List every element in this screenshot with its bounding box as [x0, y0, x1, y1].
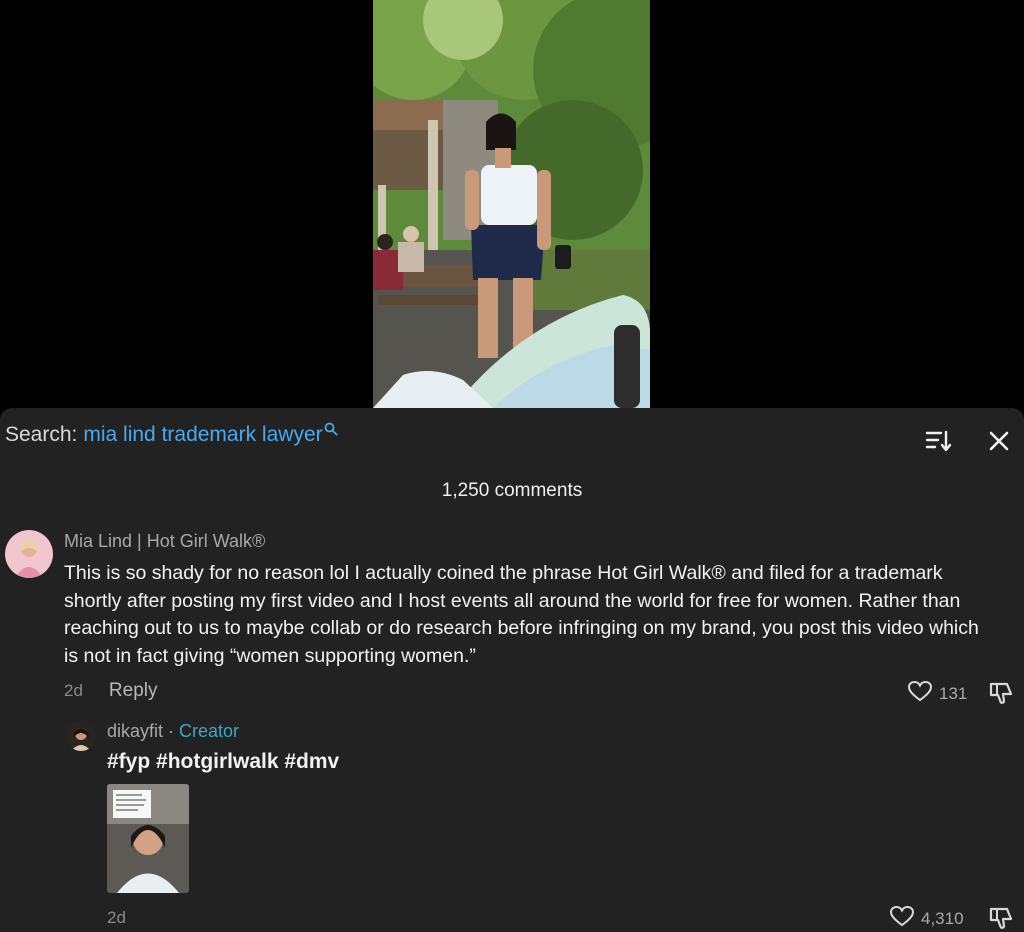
- avatar[interactable]: [5, 530, 53, 578]
- comment-meta: 2d: [107, 908, 126, 928]
- comment-text: #fyp #hotgirlwalk #dmv: [107, 750, 340, 773]
- heart-icon[interactable]: [907, 680, 933, 707]
- video-frame[interactable]: [373, 0, 650, 408]
- comments-count: 1,250 comments: [441, 480, 583, 501]
- comment-meta: 2d Reply: [64, 680, 158, 702]
- close-icon[interactable]: [986, 428, 1012, 454]
- sort-icon[interactable]: [925, 428, 953, 454]
- like-button[interactable]: 131: [907, 680, 967, 707]
- search-query-link[interactable]: mia lind trademark lawyer: [83, 423, 322, 447]
- avatar[interactable]: [66, 721, 96, 751]
- creator-badge: Creator: [179, 721, 240, 741]
- like-count: 4,310: [921, 908, 964, 928]
- comment-timestamp: 2d: [64, 681, 83, 700]
- comment-author[interactable]: Mia Lind | Hot Girl Walk®: [64, 531, 265, 552]
- like-count: 131: [939, 683, 968, 703]
- comment-text: This is so shady for no reason lol I act…: [64, 562, 979, 667]
- reply-button[interactable]: Reply: [109, 680, 158, 702]
- heart-icon[interactable]: [889, 905, 915, 932]
- comment-author-name[interactable]: dikayfit: [107, 721, 163, 741]
- comment-timestamp: 2d: [107, 908, 126, 927]
- video-player[interactable]: [0, 0, 1024, 408]
- like-button[interactable]: 4,310: [889, 905, 964, 932]
- comment-author[interactable]: dikayfit · Creator: [107, 721, 239, 742]
- search-icon[interactable]: [324, 418, 338, 442]
- video-scene-image: [373, 0, 650, 408]
- dislike-icon[interactable]: [988, 905, 1014, 932]
- dislike-icon[interactable]: [988, 680, 1014, 711]
- video-reply-thumbnail[interactable]: [107, 784, 189, 893]
- search-label: Search:: [5, 423, 78, 446]
- search-bar[interactable]: Search: mia lind trademark lawyer: [5, 420, 338, 450]
- separator-dot: ·: [168, 721, 175, 741]
